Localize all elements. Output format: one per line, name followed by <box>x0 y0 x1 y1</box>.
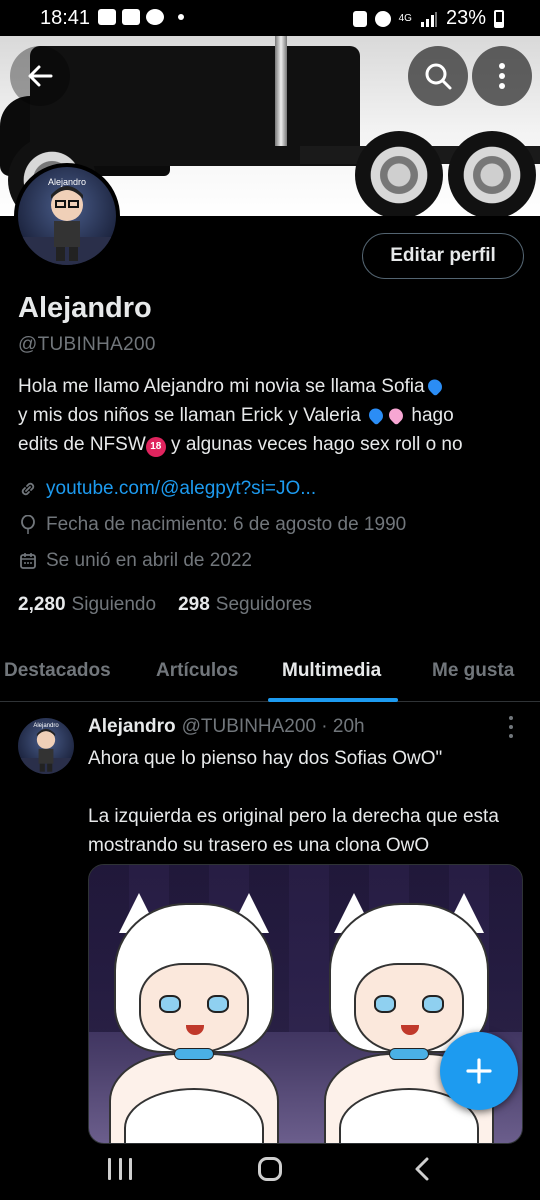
eye <box>159 995 181 1013</box>
followers-count: 298 <box>178 594 210 615</box>
post-author-name[interactable]: Alejandro <box>88 716 176 737</box>
follow-stats: 2,280 Siguiendo 298 Seguidores <box>18 594 312 616</box>
post-header: Alejandro @TUBINHA200 · 20h <box>88 716 365 738</box>
post-author-handle[interactable]: @TUBINHA200 <box>182 716 316 737</box>
bio-text: y algunas veces hago sex roll o no <box>165 434 463 455</box>
dot-icon <box>509 734 513 738</box>
profile-link-text[interactable]: youtube.com/@alegpyt?si=JO... <box>46 478 316 500</box>
followers-link[interactable]: 298 Seguidores <box>178 594 312 616</box>
collar <box>389 1048 429 1060</box>
bio-text: hago <box>406 405 454 426</box>
android-nav-bar <box>0 1144 540 1200</box>
post-separator: · <box>321 716 328 737</box>
joined-text: Se unió en abril de 2022 <box>46 550 252 571</box>
profile-tabs: Destacados Artículos Multimedia Me gusta <box>0 644 540 702</box>
dot-icon <box>509 725 513 729</box>
profile-name: Alejandro <box>18 292 152 324</box>
tab-me-gusta[interactable]: Me gusta <box>432 660 514 682</box>
signal-icon <box>420 11 437 27</box>
bio-text: edits de NFSW <box>18 434 146 455</box>
mouth <box>401 1025 419 1035</box>
notification-icons <box>98 9 184 25</box>
eye <box>374 995 396 1013</box>
compose-post-button[interactable] <box>440 1032 518 1110</box>
battery-icon <box>494 9 504 28</box>
avatar-character-image <box>18 728 74 774</box>
face <box>354 963 464 1053</box>
following-count: 2,280 <box>18 594 66 615</box>
status-time: 18:41 <box>40 7 91 29</box>
plus-icon <box>466 1058 492 1084</box>
banner-truck-wheel <box>355 131 443 216</box>
search-button[interactable] <box>408 46 468 106</box>
arrow-left-icon <box>28 65 53 87</box>
eye <box>207 995 229 1013</box>
post-more-button[interactable] <box>504 716 518 738</box>
tab-multimedia[interactable]: Multimedia <box>282 660 381 682</box>
profile-birthday: Fecha de nacimiento: 6 de agosto de 1990 <box>18 514 406 536</box>
mouth <box>186 1025 204 1035</box>
avatar-character-image <box>18 186 116 265</box>
collar <box>174 1048 214 1060</box>
calendar-icon <box>18 552 38 570</box>
eye <box>422 995 444 1013</box>
tab-articulos[interactable]: Artículos <box>156 660 238 682</box>
banner-truck-wheel <box>448 131 536 216</box>
following-link[interactable]: 2,280 Siguiendo <box>18 594 156 616</box>
recent-apps-icon <box>118 1158 122 1180</box>
status-bar: 18:41 4G 23% <box>0 0 540 36</box>
bio-text: Hola me llamo Alejandro mi novia se llam… <box>18 376 425 397</box>
post-avatar[interactable]: Alejandro <box>18 718 74 774</box>
more-vertical-icon <box>499 63 505 89</box>
battery-percent: 23% <box>445 7 486 29</box>
discord-icon <box>146 9 164 25</box>
back-nav-button[interactable] <box>412 1156 432 1182</box>
profile-joined: Se unió en abril de 2022 <box>18 550 252 572</box>
search-icon <box>425 63 452 90</box>
banner-truck-exhaust <box>275 36 287 146</box>
bio-text: y mis dos niños se llaman Erick y Valeri… <box>18 405 367 426</box>
followers-label: Seguidores <box>215 594 312 615</box>
link-icon <box>18 480 38 498</box>
battery-saver-icon <box>352 10 367 27</box>
pink-heart-icon <box>386 405 406 426</box>
more-options-button[interactable] <box>472 46 532 106</box>
recent-apps-icon <box>129 1158 132 1180</box>
network-type: 4G <box>398 12 412 24</box>
back-button[interactable] <box>10 46 70 106</box>
birthday-text: Fecha de nacimiento: 6 de agosto de 1990 <box>46 514 407 535</box>
dot-icon <box>509 716 513 720</box>
profile-avatar[interactable]: Alejandro <box>14 163 120 269</box>
profile-handle: @TUBINHA200 <box>18 334 156 355</box>
profile-link[interactable]: youtube.com/@alegpyt?si=JO... <box>18 478 316 500</box>
post-time: 20h <box>332 716 365 737</box>
more-notifications-dot-icon <box>178 14 184 20</box>
system-icons: 4G 23% <box>352 7 504 30</box>
following-label: Siguiendo <box>71 594 157 615</box>
edit-profile-button[interactable]: Editar perfil <box>362 233 524 279</box>
home-button[interactable] <box>258 1157 282 1181</box>
balloon-icon <box>18 515 38 535</box>
profile-bio: Hola me llamo Alejandro mi novia se llam… <box>18 372 528 459</box>
alarm-icon <box>374 10 391 27</box>
post-text: Ahora que lo pienso hay dos Sofias OwO" … <box>88 748 499 856</box>
recent-apps-button[interactable] <box>108 1158 132 1180</box>
video-icon <box>122 9 140 25</box>
image-character-left <box>89 883 299 1143</box>
blue-heart-icon <box>424 376 445 397</box>
recent-apps-icon <box>108 1158 111 1180</box>
no-under-18-icon: 18 <box>145 437 166 457</box>
face <box>139 963 249 1053</box>
tab-destacados[interactable]: Destacados <box>4 660 111 682</box>
active-tab-indicator <box>268 698 398 702</box>
video-icon <box>98 9 116 25</box>
blue-heart-icon <box>366 405 386 426</box>
